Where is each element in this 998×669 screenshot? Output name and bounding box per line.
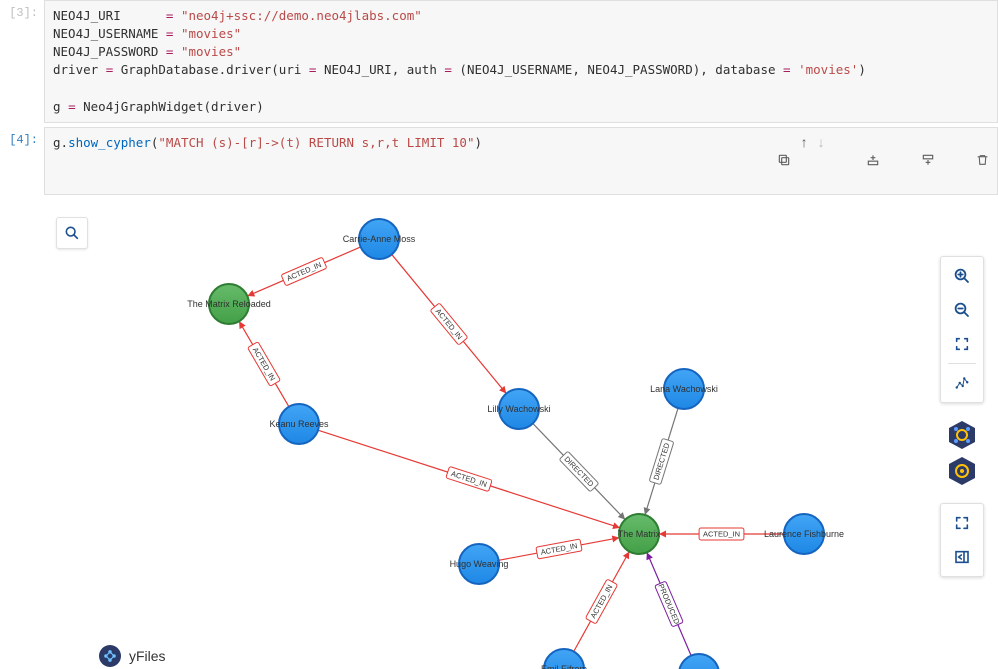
edge-label: ACTED_IN [450, 469, 488, 489]
code-cell-4: [4]: g.show_cypher("MATCH (s)-[r]->(t) R… [0, 127, 998, 195]
node-label: Lana Wachowski [650, 384, 718, 394]
graph-node[interactable]: Lana Wachowski [650, 369, 718, 409]
insert-above-icon[interactable] [835, 132, 880, 193]
graph-node[interactable]: The Matrix Reloaded [187, 284, 271, 324]
graph-node[interactable]: Laurence Fishburne [764, 514, 844, 554]
node-label: Lilly Wachowski [487, 404, 550, 414]
cell-prompt-3: [3]: [0, 0, 44, 26]
auto-layout-button[interactable] [942, 366, 982, 400]
sidebar-toggle-button[interactable] [942, 540, 982, 574]
yfiles-label: yFiles [129, 648, 166, 664]
node-label: Keanu Reeves [269, 419, 329, 429]
graph-node[interactable]: Keanu Reeves [269, 404, 329, 444]
edge-label: ACTED_IN [703, 530, 740, 539]
edge-label: ACTED_IN [434, 307, 465, 341]
node-label: Carrie-Anne Moss [343, 234, 416, 244]
zoom-in-button[interactable] [942, 259, 982, 293]
graph-side-toolbar [940, 256, 984, 591]
graph-node[interactable]: Lilly Wachowski [487, 389, 550, 429]
graph-node[interactable]: The Matrix [618, 514, 661, 554]
edge-label: DIRECTED [562, 455, 595, 489]
move-down-icon[interactable]: ↓ [818, 132, 825, 193]
graph-output[interactable]: ACTED_INACTED_INACTED_INACTED_INACTED_IN… [44, 199, 990, 669]
fit-content-button[interactable] [942, 327, 982, 361]
graph-node[interactable]: Hugo Weaving [450, 544, 509, 584]
delete-cell-icon[interactable] [945, 132, 989, 193]
node-label: Hugo Weaving [450, 559, 509, 569]
code-input-3[interactable]: NEO4J_URI = "neo4j+ssc://demo.neo4jlabs.… [44, 0, 998, 123]
cell-prompt-4: [4]: [0, 127, 44, 153]
zoom-out-button[interactable] [942, 293, 982, 327]
graph-canvas[interactable]: ACTED_INACTED_INACTED_INACTED_INACTED_IN… [44, 199, 984, 669]
node-label: The Matrix [618, 529, 661, 539]
graph-node[interactable]: Emil Eifrem [541, 649, 587, 669]
graph-node[interactable]: Carrie-Anne Moss [343, 219, 416, 259]
node-label: The Matrix Reloaded [187, 299, 271, 309]
fullscreen-button[interactable] [942, 506, 982, 540]
node-label: Emil Eifrem [541, 664, 587, 669]
node-label: Laurence Fishburne [764, 529, 844, 539]
duplicate-cell-icon[interactable] [746, 132, 791, 193]
yfiles-icon [99, 645, 121, 667]
overview-button[interactable] [946, 455, 978, 487]
edge-label: DIRECTED [652, 441, 672, 481]
graph-node[interactable]: Joel Silver [678, 654, 720, 669]
cell-toolbar: ↑ ↓ [746, 132, 990, 193]
insert-below-icon[interactable] [890, 132, 935, 193]
neighborhood-button[interactable] [946, 419, 978, 451]
code-cell-3: [3]: NEO4J_URI = "neo4j+ssc://demo.neo4j… [0, 0, 998, 123]
code-input-4[interactable]: g.show_cypher("MATCH (s)-[r]->(t) RETURN… [44, 127, 998, 195]
yfiles-logo: yFiles [99, 645, 166, 667]
move-up-icon[interactable]: ↑ [801, 132, 808, 193]
